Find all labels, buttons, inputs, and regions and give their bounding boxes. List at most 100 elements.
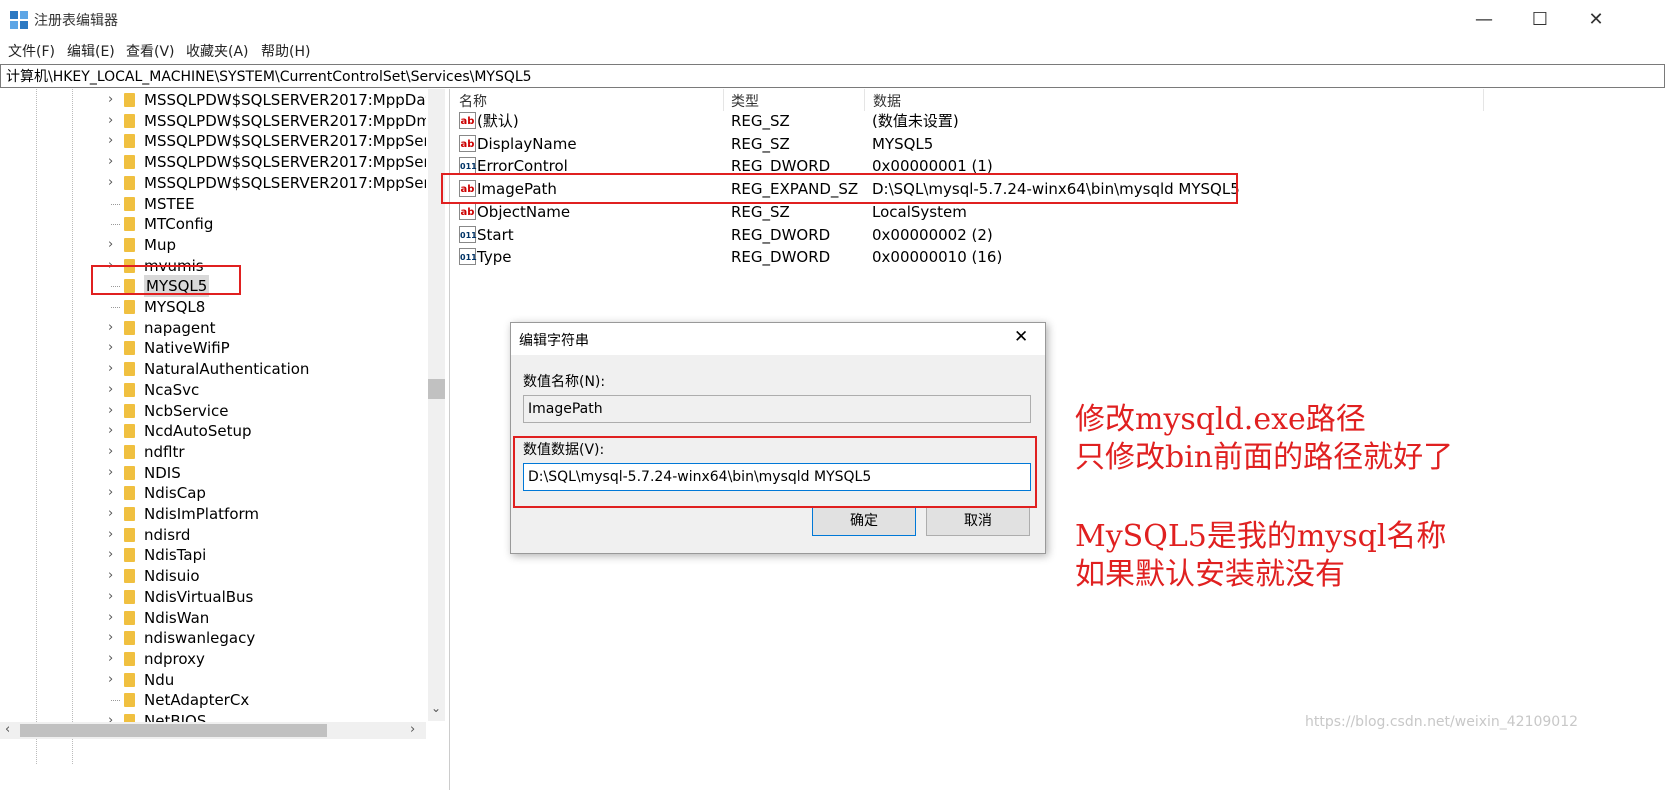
chevron-down-icon[interactable]: ⌄ bbox=[431, 701, 441, 715]
value-type: REG_SZ bbox=[731, 112, 790, 130]
tree-item[interactable]: MSTEE bbox=[0, 193, 426, 215]
dialog-title-bar: 编辑字符串 ✕ bbox=[511, 323, 1045, 355]
tree-item-label: napagent bbox=[144, 318, 216, 337]
chevron-right-icon[interactable]: › bbox=[108, 565, 113, 587]
tree-item[interactable]: › NdisCap bbox=[0, 482, 426, 504]
chevron-right-icon[interactable]: › bbox=[108, 524, 113, 546]
folder-icon bbox=[124, 610, 135, 625]
menu-favorites[interactable]: 收藏夹(A) bbox=[186, 41, 249, 61]
tree-item[interactable]: › Ndu bbox=[0, 669, 426, 691]
column-header-data[interactable]: 数据 bbox=[873, 91, 901, 111]
chevron-right-icon[interactable]: › bbox=[108, 669, 113, 691]
value-data: MYSQL5 bbox=[872, 134, 934, 153]
value-data: 0x00000010 (16) bbox=[872, 248, 1003, 267]
tree-item-label: NcaSvc bbox=[144, 380, 200, 399]
tree-item[interactable]: › NdisImPlatform bbox=[0, 503, 426, 525]
scrollbar-thumb[interactable] bbox=[428, 379, 445, 399]
tree-item-label: ndproxy bbox=[144, 649, 205, 668]
tree-item[interactable]: › ndisrd bbox=[0, 524, 426, 546]
tree-item[interactable]: › ndiswanlegacy bbox=[0, 627, 426, 649]
chevron-left-icon[interactable]: ‹ bbox=[5, 722, 10, 737]
column-divider bbox=[864, 89, 865, 111]
chevron-right-icon[interactable]: › bbox=[108, 420, 113, 442]
chevron-right-icon[interactable]: › bbox=[108, 110, 113, 132]
dialog-close-icon[interactable]: ✕ bbox=[1014, 327, 1028, 347]
chevron-right-icon[interactable]: › bbox=[108, 151, 113, 173]
tree-item[interactable]: › MSSQLPDW$SQLSERVER2017:MppDmsLc bbox=[0, 110, 426, 132]
tree-item[interactable]: › Ndisuio bbox=[0, 565, 426, 587]
close-button[interactable]: ✕ bbox=[1568, 0, 1624, 38]
folder-icon bbox=[124, 320, 135, 335]
chevron-right-icon[interactable]: › bbox=[108, 462, 113, 484]
chevron-right-icon[interactable]: › bbox=[108, 337, 113, 359]
value-row[interactable]: ab ObjectName REG_SZ LocalSystem bbox=[455, 201, 1555, 223]
tree-item[interactable]: › NcdAutoSetup bbox=[0, 420, 426, 442]
tree-item[interactable]: › NativeWifiP bbox=[0, 337, 426, 359]
tree-connector bbox=[111, 224, 120, 226]
tree-item[interactable]: › NDIS bbox=[0, 462, 426, 484]
chevron-right-icon[interactable]: › bbox=[108, 503, 113, 525]
tree-item-label: NdisTapi bbox=[144, 546, 207, 565]
value-row[interactable]: ab (默认) REG_SZ (数值未设置) bbox=[455, 110, 1555, 132]
menu-file[interactable]: 文件(F) bbox=[8, 41, 55, 61]
tree-item[interactable]: › NdisVirtualBus bbox=[0, 586, 426, 608]
chevron-right-icon[interactable]: › bbox=[108, 358, 113, 380]
tree-item[interactable]: › MSSQLPDW$SQLSERVER2017:MppServer bbox=[0, 130, 426, 152]
minimize-button[interactable]: — bbox=[1456, 0, 1512, 38]
tree-item[interactable]: › NdisTapi bbox=[0, 544, 426, 566]
binary-value-icon: 011 bbox=[459, 157, 477, 175]
tree-item[interactable]: › ndfltr bbox=[0, 441, 426, 463]
tree-item[interactable]: › NcbService bbox=[0, 400, 426, 422]
tree-item[interactable]: › MSSQLPDW$SQLSERVER2017:MppServer bbox=[0, 172, 426, 194]
chevron-right-icon[interactable]: › bbox=[108, 482, 113, 504]
scrollbar-thumb[interactable] bbox=[20, 724, 327, 737]
chevron-right-icon[interactable]: › bbox=[108, 172, 113, 194]
tree-item[interactable]: › NaturalAuthentication bbox=[0, 358, 426, 380]
chevron-right-icon[interactable]: › bbox=[108, 400, 113, 422]
tree-item[interactable]: › Mup bbox=[0, 234, 426, 256]
tree-item[interactable]: MTConfig bbox=[0, 213, 426, 235]
value-row[interactable]: 011 Type REG_DWORD 0x00000010 (16) bbox=[455, 246, 1555, 268]
menu-edit[interactable]: 编辑(E) bbox=[67, 41, 115, 61]
chevron-right-icon[interactable]: › bbox=[108, 130, 113, 152]
tree-item[interactable]: NetAdapterCx bbox=[0, 689, 426, 711]
cancel-button[interactable]: 取消 bbox=[926, 506, 1030, 536]
chevron-right-icon[interactable]: › bbox=[410, 722, 415, 737]
value-row[interactable]: ab DisplayName REG_SZ MYSQL5 bbox=[455, 133, 1555, 155]
chevron-right-icon[interactable]: › bbox=[108, 234, 113, 256]
chevron-right-icon[interactable]: › bbox=[108, 317, 113, 339]
tree-connector bbox=[111, 307, 120, 308]
chevron-right-icon[interactable]: › bbox=[108, 441, 113, 463]
tree-item-label: MTConfig bbox=[144, 215, 214, 234]
chevron-right-icon[interactable]: › bbox=[108, 379, 113, 401]
chevron-right-icon[interactable]: › bbox=[108, 607, 113, 629]
tree-horizontal-scrollbar[interactable]: ‹ › bbox=[0, 722, 426, 739]
folder-icon bbox=[124, 693, 135, 708]
tree-item[interactable]: MYSQL8 bbox=[0, 296, 426, 318]
menu-view[interactable]: 查看(V) bbox=[126, 41, 175, 61]
regedit-icon bbox=[10, 11, 28, 29]
column-header-type[interactable]: 类型 bbox=[731, 91, 759, 111]
chevron-right-icon[interactable]: › bbox=[108, 544, 113, 566]
folder-icon bbox=[124, 548, 135, 563]
maximize-button[interactable]: ☐ bbox=[1512, 0, 1568, 38]
tree-item[interactable]: › NdisWan bbox=[0, 607, 426, 629]
chevron-right-icon[interactable]: › bbox=[108, 648, 113, 670]
address-bar[interactable]: 计算机\HKEY_LOCAL_MACHINE\SYSTEM\CurrentCon… bbox=[0, 64, 1665, 88]
column-header-name[interactable]: 名称 bbox=[459, 91, 487, 111]
menu-help[interactable]: 帮助(H) bbox=[261, 41, 310, 61]
folder-icon bbox=[124, 486, 135, 501]
tree-item[interactable]: › ndproxy bbox=[0, 648, 426, 670]
tree-item[interactable]: › NcaSvc bbox=[0, 379, 426, 401]
tree-item[interactable]: › MSSQLPDW$SQLSERVER2017:MppServer bbox=[0, 151, 426, 173]
tree-item[interactable]: › MSSQLPDW$SQLSERVER2017:MppDataM bbox=[0, 89, 426, 111]
chevron-right-icon[interactable]: › bbox=[108, 586, 113, 608]
column-divider bbox=[1483, 89, 1484, 111]
ok-button[interactable]: 确定 bbox=[812, 506, 916, 536]
tree-item[interactable]: › napagent bbox=[0, 317, 426, 339]
chevron-right-icon[interactable]: › bbox=[108, 89, 113, 111]
value-row[interactable]: 011 Start REG_DWORD 0x00000002 (2) bbox=[455, 224, 1555, 246]
tree-item-label: ndiswanlegacy bbox=[144, 629, 256, 648]
chevron-right-icon[interactable]: › bbox=[108, 627, 113, 649]
folder-icon bbox=[124, 113, 135, 128]
